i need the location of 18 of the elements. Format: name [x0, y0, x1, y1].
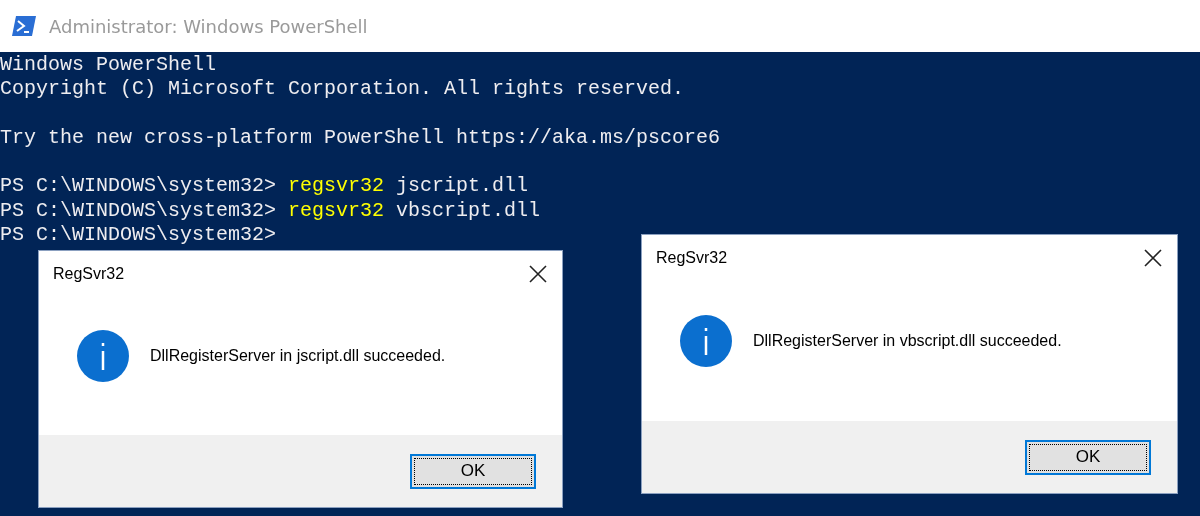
powershell-icon	[11, 15, 37, 37]
console-line: Windows PowerShell	[0, 53, 217, 78]
ok-button[interactable]: OK	[1025, 439, 1151, 475]
dialog-message: DllRegisterServer in vbscript.dll succeeded.	[753, 332, 1062, 350]
window-title: Administrator: Windows PowerShell	[49, 15, 368, 37]
console-line: PS C:\WINDOWS\system32> regsvr32 jscript.dll	[0, 174, 529, 199]
info-icon	[76, 329, 130, 383]
console-line: Try the new cross-platform PowerShell https://aka.ms/pscore6	[0, 125, 721, 151]
ok-button[interactable]: OK	[410, 453, 536, 489]
dialog-message: DllRegisterServer in jscript.dll succeeded.	[150, 347, 446, 365]
console-line: PS C:\WINDOWS\system32>	[0, 223, 277, 248]
dialog-title: RegSvr32	[656, 249, 728, 267]
dialog-title: RegSvr32	[53, 265, 125, 283]
console-line: PS C:\WINDOWS\system32> regsvr32 vbscript.dll	[0, 198, 541, 224]
console-line: Copyright (C) Microsoft Corporation. All rights reserved.	[0, 77, 685, 102]
info-icon	[679, 314, 733, 368]
close-icon[interactable]	[528, 264, 548, 284]
close-icon[interactable]	[1143, 248, 1163, 268]
